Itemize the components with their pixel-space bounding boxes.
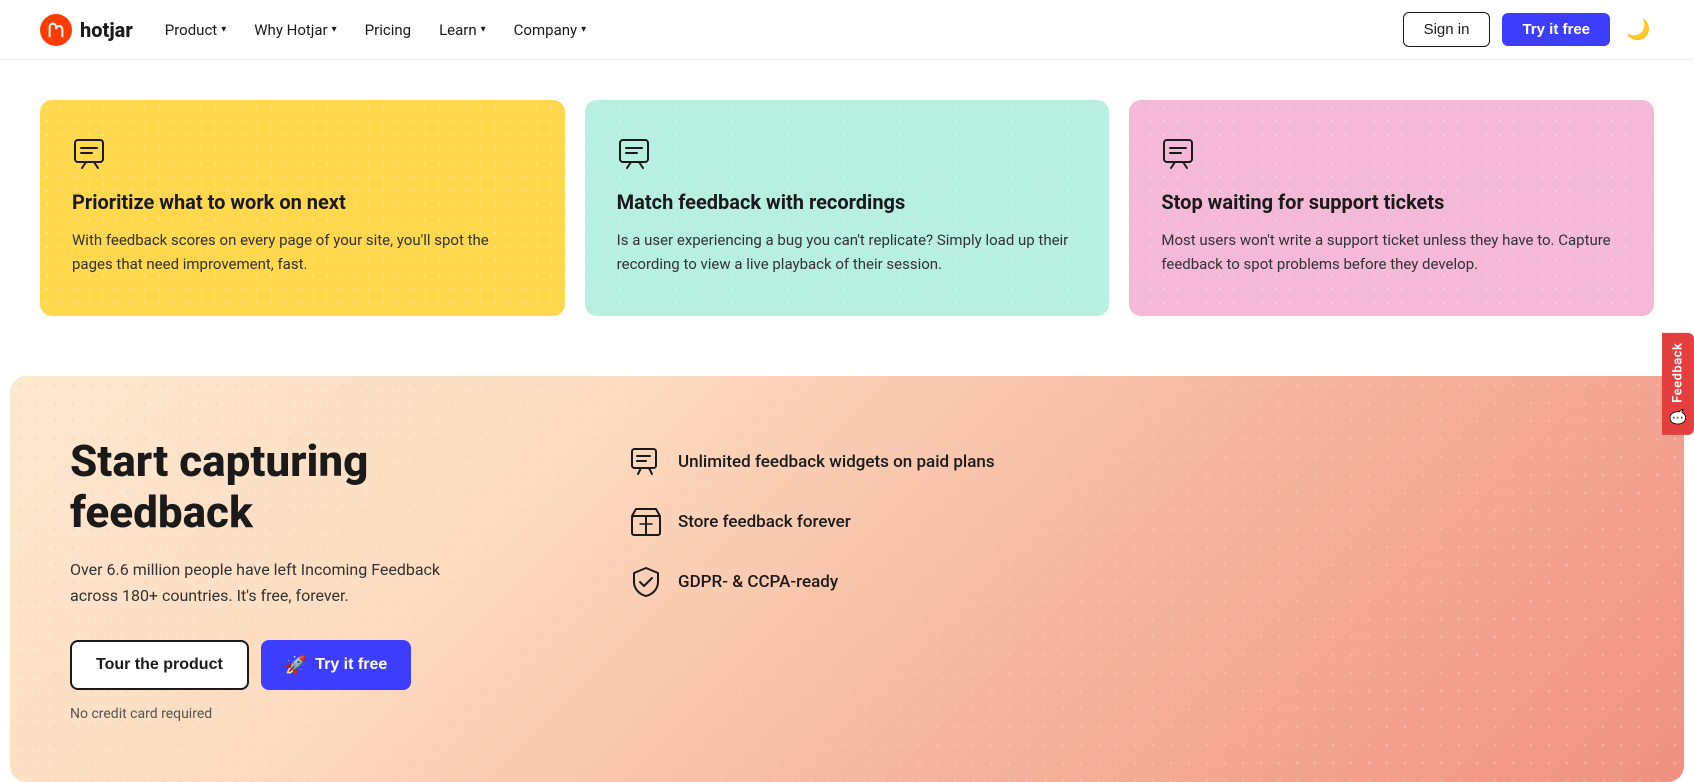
cta-right: Unlimited feedback widgets on paid plans…: [630, 436, 1624, 598]
card-prioritize-title: Prioritize what to work on next: [72, 190, 533, 214]
nav-why-hotjar[interactable]: Why Hotjar ▾: [254, 21, 336, 39]
logo-text: hotjar: [80, 18, 133, 42]
feature-widgets: Unlimited feedback widgets on paid plans: [630, 446, 1624, 478]
navbar: hotjar Product ▾ Why Hotjar ▾ Pricing Le…: [0, 0, 1694, 60]
box-icon: [630, 506, 662, 538]
feedback-tab-icon: 💬: [1670, 407, 1686, 425]
feedback-tab[interactable]: 💬 Feedback: [1662, 333, 1694, 435]
feature-gdpr: GDPR- & CCPA-ready: [630, 566, 1624, 598]
card-support: Stop waiting for support tickets Most us…: [1129, 100, 1654, 316]
card-support-title: Stop waiting for support tickets: [1161, 190, 1622, 214]
feature-list: Unlimited feedback widgets on paid plans…: [630, 446, 1624, 598]
card-match-title: Match feedback with recordings: [617, 190, 1078, 214]
rocket-icon: 🚀: [285, 655, 307, 676]
nav-right: Sign in Try it free 🌙: [1403, 12, 1654, 47]
card-match: Match feedback with recordings Is a user…: [585, 100, 1110, 316]
feature-gdpr-text: GDPR- & CCPA-ready: [678, 572, 838, 592]
chat-icon: [617, 136, 653, 172]
dark-mode-toggle[interactable]: 🌙: [1622, 14, 1654, 46]
feature-store-text: Store feedback forever: [678, 512, 851, 532]
nav-product[interactable]: Product ▾: [165, 21, 226, 39]
chevron-down-icon: ▾: [221, 24, 226, 35]
feature-store: Store feedback forever: [630, 506, 1624, 538]
nav-pricing[interactable]: Pricing: [365, 21, 411, 39]
no-credit-card-text: No credit card required: [70, 706, 550, 722]
nav-learn[interactable]: Learn ▾: [439, 21, 486, 39]
card-prioritize-desc: With feedback scores on every page of yo…: [72, 228, 533, 276]
nav-left: hotjar Product ▾ Why Hotjar ▾ Pricing Le…: [40, 14, 586, 46]
feedback-widget-icon: [630, 446, 662, 478]
feedback-tab-wrapper[interactable]: 💬 Feedback: [1662, 333, 1694, 435]
moon-icon: 🌙: [1626, 17, 1651, 42]
card-prioritize: Prioritize what to work on next With fee…: [40, 100, 565, 316]
chevron-down-icon: ▾: [581, 24, 586, 35]
tour-product-button[interactable]: Tour the product: [70, 640, 249, 690]
try-free-nav-button[interactable]: Try it free: [1502, 13, 1610, 46]
card-support-desc: Most users won't write a support ticket …: [1161, 228, 1622, 276]
cta-desc: Over 6.6 million people have left Incomi…: [70, 557, 450, 608]
signin-button[interactable]: Sign in: [1403, 12, 1491, 47]
chevron-down-icon: ▾: [332, 24, 337, 35]
cta-buttons: Tour the product 🚀 Try it free: [70, 640, 550, 690]
cta-section: Start capturing feedback Over 6.6 millio…: [10, 376, 1684, 782]
chat-icon: [1161, 136, 1197, 172]
cta-title: Start capturing feedback: [70, 436, 550, 537]
card-match-desc: Is a user experiencing a bug you can't r…: [617, 228, 1078, 276]
chevron-down-icon: ▾: [481, 24, 486, 35]
nav-company[interactable]: Company ▾: [514, 21, 586, 39]
feature-cards-section: Prioritize what to work on next With fee…: [0, 60, 1694, 376]
chat-icon: [72, 136, 108, 172]
nav-links: Product ▾ Why Hotjar ▾ Pricing Learn ▾ C…: [165, 21, 586, 39]
try-free-cta-button[interactable]: 🚀 Try it free: [261, 640, 411, 690]
cta-left: Start capturing feedback Over 6.6 millio…: [70, 436, 550, 722]
feature-widgets-text: Unlimited feedback widgets on paid plans: [678, 452, 995, 472]
shield-check-icon: [630, 566, 662, 598]
logo[interactable]: hotjar: [40, 14, 133, 46]
